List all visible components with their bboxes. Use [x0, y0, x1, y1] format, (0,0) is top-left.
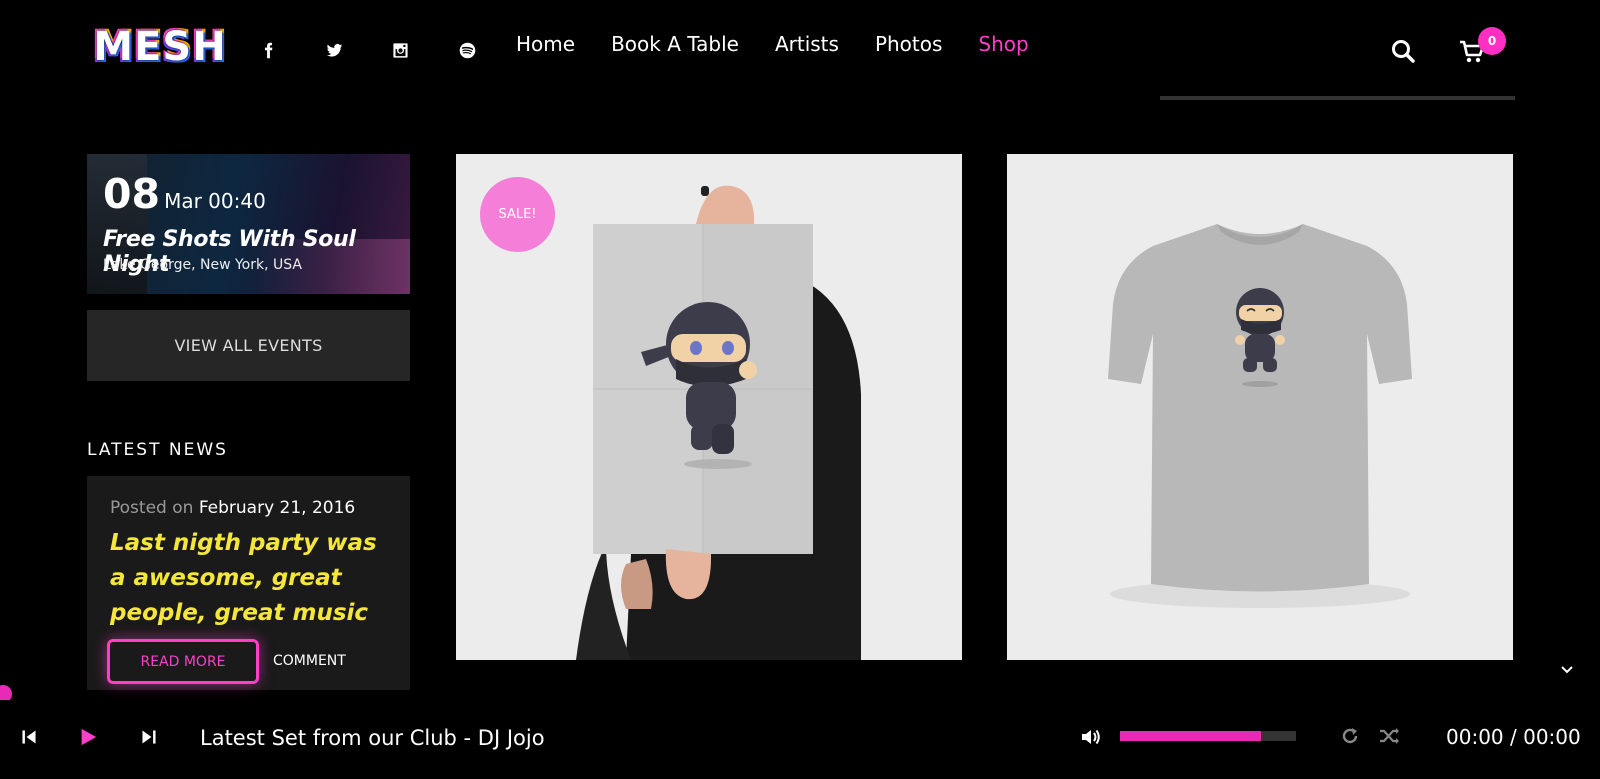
site-logo[interactable]: MESH: [90, 20, 230, 74]
news-card: Posted on February 21, 2016 Last nigth p…: [87, 476, 410, 690]
read-more-button[interactable]: READ MORE: [107, 639, 259, 684]
nav-photos[interactable]: Photos: [875, 32, 942, 56]
twitter-icon[interactable]: [322, 38, 346, 62]
view-all-events-button[interactable]: VIEW ALL EVENTS: [87, 310, 410, 381]
repeat-icon[interactable]: [1339, 725, 1361, 747]
facebook-icon[interactable]: [256, 38, 280, 62]
header-divider: [1160, 96, 1515, 100]
cart-count-badge: 0: [1478, 27, 1506, 55]
event-month-time: Mar 00:40: [164, 189, 266, 213]
volume-icon[interactable]: [1080, 727, 1102, 747]
logo-text: MESH: [93, 24, 227, 70]
time-display: 00:00 / 00:00: [1446, 725, 1581, 749]
instagram-icon[interactable]: [388, 38, 412, 62]
nav-shop[interactable]: Shop: [978, 32, 1028, 56]
main-nav: Home Book A Table Artists Photos Shop: [516, 32, 1029, 56]
chevron-down-icon[interactable]: [1558, 660, 1576, 678]
search-icon[interactable]: [1390, 38, 1416, 64]
track-title: Latest Set from our Club - DJ Jojo: [200, 726, 545, 750]
volume-slider[interactable]: [1120, 731, 1296, 741]
tshirt-product-image: [1007, 154, 1513, 660]
shuffle-icon[interactable]: [1378, 725, 1400, 747]
product-card-poster[interactable]: SALE!: [456, 154, 962, 660]
nav-book-a-table[interactable]: Book A Table: [611, 32, 739, 56]
upcoming-event-card[interactable]: 08 Mar 00:40 Free Shots With Soul Night …: [87, 154, 410, 294]
spotify-icon[interactable]: [455, 38, 479, 62]
product-card-tshirt[interactable]: [1007, 154, 1513, 660]
posted-prefix: Posted on: [110, 498, 194, 518]
nav-home[interactable]: Home: [516, 32, 575, 56]
next-track-icon[interactable]: [138, 726, 160, 748]
comment-link[interactable]: COMMENT: [273, 653, 346, 669]
news-date: February 21, 2016: [198, 498, 356, 518]
previous-track-icon[interactable]: [18, 726, 40, 748]
play-icon[interactable]: [77, 726, 99, 748]
event-location: Lake George, New York, USA: [103, 257, 302, 273]
sale-badge: SALE!: [480, 177, 555, 252]
news-title[interactable]: Last nigth party was a awesome, great pe…: [110, 526, 400, 631]
latest-news-heading: LATEST NEWS: [87, 440, 228, 460]
volume-slider-fill: [1120, 731, 1261, 741]
event-date: 08 Mar 00:40: [103, 170, 266, 218]
event-day: 08: [103, 170, 161, 218]
news-posted-line: Posted on February 21, 2016: [110, 498, 355, 518]
nav-artists[interactable]: Artists: [775, 32, 839, 56]
